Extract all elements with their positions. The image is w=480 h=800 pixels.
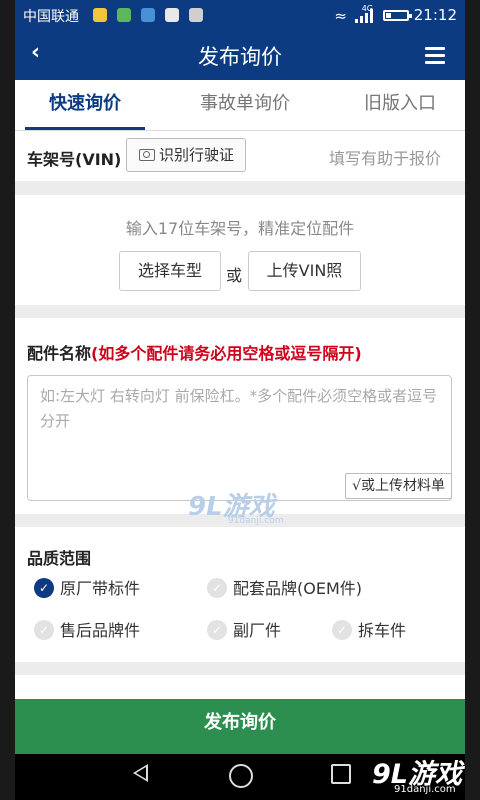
vin-row: 车架号(VIN) 识别行驶证 填写有助于报价 — [15, 131, 465, 181]
tab-bar: 快速询价 事故单询价 旧版入口 — [15, 80, 465, 131]
check-icon: ✓ — [207, 578, 227, 598]
check-icon: ✓ — [34, 578, 54, 598]
carrier-label: 中国联通 — [23, 9, 79, 25]
quality-option-aftermarket[interactable]: ✓ 售后品牌件 — [34, 619, 140, 643]
wifi-icon: ≈ — [334, 7, 347, 25]
parts-section: 配件名称(如多个配件请务必用空格或逗号隔开) √或上传材料单 — [15, 318, 465, 514]
quality-option-secondary[interactable]: ✓ 副厂件 — [207, 619, 281, 643]
quality-option-original[interactable]: ✓ 原厂带标件 — [34, 577, 140, 601]
check-icon: ✓ — [34, 620, 54, 640]
scan-license-label: 识别行驶证 — [159, 146, 235, 164]
signal-icon — [355, 9, 373, 23]
quality-option-oem[interactable]: ✓ 配套品牌(OEM件) — [207, 577, 362, 601]
quality-option-label: 售后品牌件 — [60, 621, 141, 640]
battery-icon — [383, 10, 412, 21]
quality-option-label: 原厂带标件 — [60, 579, 141, 598]
recents-nav-icon[interactable] — [331, 764, 351, 784]
quality-section: 品质范围 ✓ 原厂带标件 ✓ 配套品牌(OEM件) ✓ 售后品牌件 ✓ 副厂件 ✓ 拆车件 — [15, 527, 465, 662]
check-icon: ✓ — [332, 620, 352, 640]
clock: 21:12 — [413, 6, 457, 24]
corner-watermark-logo: 9L游戏 91danji.com — [368, 748, 480, 800]
status-bar: 中国联通 ≈ 4G 21:12 — [15, 0, 465, 30]
parts-title-label: 配件名称 — [27, 344, 92, 363]
app-header: ‹ 发布询价 — [15, 30, 465, 80]
home-nav-icon[interactable] — [229, 764, 253, 788]
upload-material-button[interactable]: √或上传材料单 — [345, 473, 452, 499]
tab-accident-inquiry[interactable]: 事故单询价 — [175, 80, 315, 130]
image-icon — [189, 8, 203, 22]
upload-vin-button[interactable]: 上传VIN照 — [248, 251, 361, 291]
quality-title: 品质范围 — [27, 549, 92, 568]
select-model-button[interactable]: 选择车型 — [119, 251, 221, 291]
camera-icon — [139, 149, 155, 161]
vin-section: 输入17位车架号，精准定位配件 选择车型 或 上传VIN照 — [15, 195, 465, 305]
quality-option-label: 副厂件 — [233, 621, 282, 640]
app-screen: 中国联通 ≈ 4G 21:12 ‹ 发布询价 快速询价 事故单询价 旧版入口 车… — [15, 0, 465, 800]
tab-legacy-entry[interactable]: 旧版入口 — [335, 80, 465, 130]
back-nav-icon[interactable] — [133, 764, 148, 782]
notification-app-icon — [93, 8, 107, 22]
vin-tip: 输入17位车架号，精准定位配件 — [125, 219, 355, 238]
vin-label: 车架号(VIN) — [27, 150, 122, 169]
notification-app-icon — [165, 8, 179, 22]
or-label: 或 — [226, 266, 243, 285]
menu-icon[interactable] — [425, 47, 445, 64]
vin-hint: 填写有助于报价 — [328, 149, 441, 168]
corner-watermark-site: 91danji.com — [394, 784, 456, 795]
quality-option-label: 拆车件 — [358, 621, 407, 640]
quality-option-label: 配套品牌(OEM件) — [233, 579, 362, 598]
parts-title: 配件名称(如多个配件请务必用空格或逗号隔开) — [27, 340, 362, 364]
notification-app-icon — [117, 8, 131, 22]
scan-license-button[interactable]: 识别行驶证 — [126, 138, 246, 172]
tab-quick-inquiry[interactable]: 快速询价 — [15, 80, 155, 130]
parts-title-note: (如多个配件请务必用空格或逗号隔开) — [91, 344, 362, 363]
quality-option-used[interactable]: ✓ 拆车件 — [332, 619, 406, 643]
publish-inquiry-button[interactable]: 发布询价 — [15, 699, 465, 754]
check-icon: ✓ — [207, 620, 227, 640]
page-title: 发布询价 — [198, 45, 282, 69]
notification-app-icon — [141, 8, 155, 22]
watermark-site: 91danji.com — [228, 516, 284, 526]
